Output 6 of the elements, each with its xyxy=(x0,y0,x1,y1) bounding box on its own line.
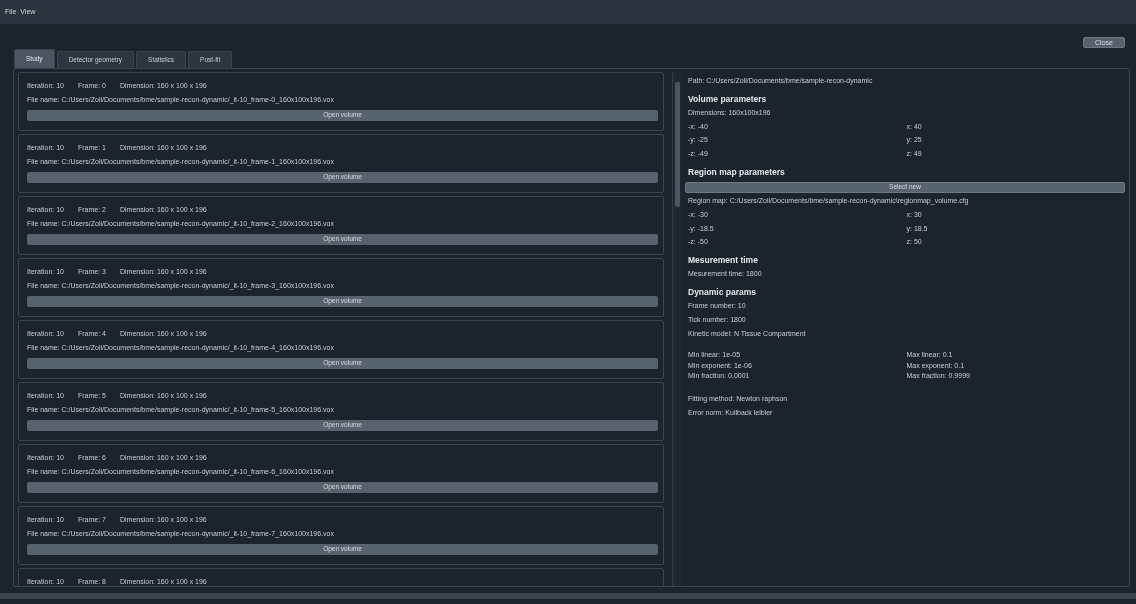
section-heading: Region map parameters xyxy=(688,167,785,177)
section-heading: Dynamic params xyxy=(688,286,757,297)
section-heading: Mesurement time xyxy=(688,255,758,266)
scrollbar-thumb[interactable] xyxy=(675,82,680,207)
scrollbar[interactable] xyxy=(672,72,681,586)
section-heading: Volume parameters xyxy=(688,93,767,104)
